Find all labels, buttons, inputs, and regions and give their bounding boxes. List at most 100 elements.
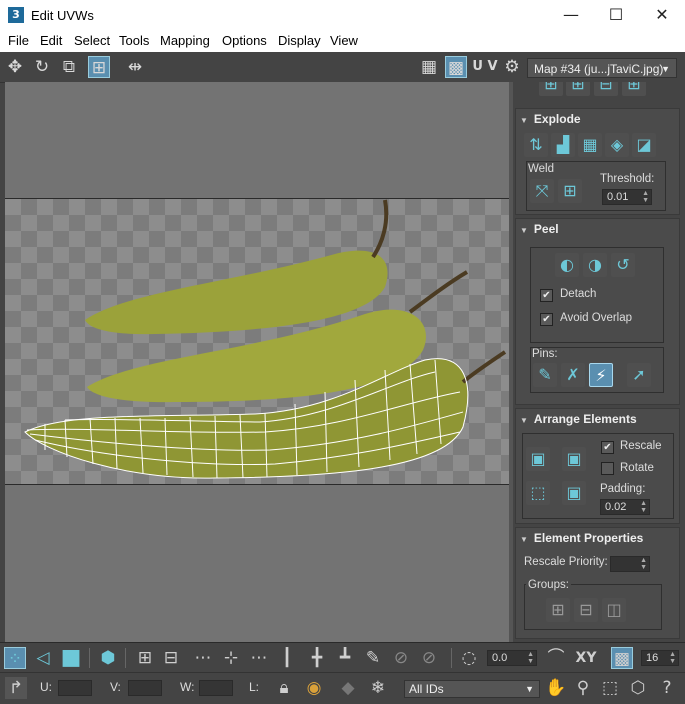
align-vertical-icon[interactable]: ⊟ [594, 82, 618, 96]
grid-snap-icon[interactable]: ▩ [611, 647, 633, 669]
uv-label[interactable]: U V [472, 56, 498, 78]
collapse-icon: ▼ [520, 535, 528, 544]
mirror-icon[interactable]: ⇹ [124, 56, 146, 78]
reset-peel-icon[interactable]: ↺ [611, 253, 635, 277]
pack-together-icon[interactable]: ⬚ [526, 481, 550, 505]
maximize-button[interactable]: ☐ [593, 0, 639, 30]
group-select-icon[interactable]: ◫ [602, 598, 626, 622]
loop-icon[interactable]: ┃ [276, 647, 298, 669]
flatten-by-material-icon[interactable]: ◈ [605, 133, 629, 157]
show-map-icon[interactable]: ▩ [445, 56, 467, 78]
avoid-overlap-checkbox[interactable]: ✔ [540, 313, 553, 326]
threshold-spinner[interactable]: 0.01 ▲ ▼ [602, 189, 652, 205]
weld-selected-icon[interactable]: ⤧ [530, 179, 554, 203]
menu-options[interactable]: Options [222, 33, 267, 48]
help-icon[interactable]: ? [656, 677, 678, 699]
menu-edit[interactable]: Edit [40, 33, 62, 48]
w-field[interactable] [199, 680, 233, 696]
pack-custom-icon[interactable]: ▣ [562, 447, 586, 471]
vertex-mode-icon[interactable]: ⁘ [4, 647, 26, 669]
unpin-icon[interactable]: ✗ [561, 363, 585, 387]
u-field[interactable] [58, 680, 92, 696]
ring-shrink-icon[interactable]: ⋯ [192, 647, 214, 669]
flatten-by-face-icon[interactable]: ▟ [551, 133, 575, 157]
falloff-curve-icon[interactable]: ⌒ [545, 647, 567, 669]
ids-dropdown[interactable]: All IDs ▼ [404, 680, 540, 698]
element-mode-icon[interactable]: ⬢ [97, 647, 119, 669]
zoom-extents-icon[interactable]: ⬡ [627, 677, 649, 699]
group-unset-icon[interactable]: ⊟ [574, 598, 598, 622]
soft-selection-icon[interactable]: ◌ [458, 647, 480, 669]
zoom-icon[interactable]: ⚲ [572, 677, 594, 699]
pin-icon[interactable]: ✎ [533, 363, 557, 387]
polygon-mode-icon[interactable]: ■ [60, 647, 82, 669]
quick-transform-icon[interactable]: ⊞ [539, 82, 563, 96]
detach-checkbox[interactable]: ✔ [540, 289, 553, 302]
flatten-by-group-icon[interactable]: ◪ [632, 133, 656, 157]
element-properties-header[interactable]: ▼ Element Properties [520, 531, 643, 545]
grow-selection-icon[interactable]: ⊞ [134, 647, 156, 669]
move-icon[interactable]: ✥ [4, 56, 26, 78]
close-button[interactable]: ✕ [639, 0, 685, 30]
menu-view[interactable]: View [330, 33, 358, 48]
align-center-icon[interactable]: ⊞ [622, 82, 646, 96]
rotate-icon[interactable]: ↻ [31, 56, 53, 78]
scale-icon[interactable]: ⧉ [58, 56, 80, 78]
filter-selected-icon[interactable]: ◆ [337, 677, 359, 699]
weld-target-icon[interactable]: ⊞ [558, 179, 582, 203]
u-label: U: [40, 680, 52, 694]
minimize-button[interactable]: — [548, 0, 594, 30]
pepper-top-stem [371, 199, 389, 259]
pack-normalize-icon[interactable]: ▣ [526, 447, 550, 471]
loop-grow-icon[interactable]: ╋ [306, 647, 328, 669]
lock-icon[interactable]: 🔒︎ [273, 677, 295, 699]
menu-display[interactable]: Display [278, 33, 321, 48]
menu-mapping[interactable]: Mapping [160, 33, 210, 48]
peel-header[interactable]: ▼ Peel [520, 222, 559, 236]
pan-icon[interactable]: ✋ [545, 677, 567, 699]
pepper-bottom-stem [461, 350, 507, 384]
chevron-down-icon: ▼ [525, 684, 534, 694]
padding-label: Padding: [600, 483, 646, 495]
menu-file[interactable]: File [8, 33, 29, 48]
map-dropdown[interactable]: Map #34 (ju...jTaviC.jpg) ▼ [527, 58, 677, 78]
align-horizontal-icon[interactable]: ⊞ [566, 82, 590, 96]
group-set-icon[interactable]: ⊞ [546, 598, 570, 622]
arrange-elements-header[interactable]: ▼ Arrange Elements [520, 412, 637, 426]
angle-spinner[interactable]: 0.0 ▲ ▼ [487, 650, 537, 666]
menu-select[interactable]: Select [74, 33, 110, 48]
shrink-selection-icon[interactable]: ⊟ [160, 647, 182, 669]
flatten-by-angle-icon[interactable]: ▦ [578, 133, 602, 157]
map-settings-icon[interactable]: ⚙ [501, 56, 523, 78]
pack-fit-icon[interactable]: ▣ [562, 481, 586, 505]
grid-spinner[interactable]: 16 ▲ ▼ [641, 650, 679, 666]
edge-mode-icon[interactable]: ◁ [32, 647, 54, 669]
break-icon[interactable]: ⇅ [524, 133, 548, 157]
loop-shrink-icon[interactable]: ┻ [334, 647, 356, 669]
checker-pattern-icon[interactable]: ▦ [418, 56, 440, 78]
zoom-region-icon[interactable]: ⬚ [599, 677, 621, 699]
paint-select-icon[interactable]: ✎ [362, 647, 384, 669]
freeze-icon[interactable]: ❄ [367, 677, 389, 699]
paint-shrink-icon[interactable]: ⊘ [418, 647, 440, 669]
padding-spinner[interactable]: 0.02 ▲ ▼ [600, 499, 650, 515]
uv-viewport[interactable] [5, 82, 509, 642]
explode-header[interactable]: ▼ Explode [520, 112, 581, 126]
rescale-priority-spinner[interactable]: ▲ ▼ [610, 556, 650, 572]
freeform-icon[interactable]: ⊞ [88, 56, 110, 78]
select-pins-icon[interactable]: ➚ [627, 363, 651, 387]
rescale-checkbox[interactable]: ✔ [601, 441, 614, 454]
auto-pin-icon[interactable]: ⚡ [589, 363, 613, 387]
ring-icon[interactable]: ⋯ [248, 647, 270, 669]
xy-toggle[interactable]: XY [573, 647, 599, 669]
menu-tools[interactable]: Tools [119, 33, 149, 48]
paint-grow-icon[interactable]: ⊘ [390, 647, 412, 669]
eye-icon[interactable]: ◉ [303, 677, 325, 699]
v-field[interactable] [128, 680, 162, 696]
quick-peel-icon[interactable]: ◐ [555, 253, 579, 277]
ring-grow-icon[interactable]: ⊹ [220, 647, 242, 669]
peel-mode-icon[interactable]: ◑ [583, 253, 607, 277]
absolute-offset-icon[interactable]: ↱ [5, 677, 27, 699]
rotate-checkbox[interactable] [601, 462, 614, 475]
rotate-label: Rotate [620, 462, 654, 474]
